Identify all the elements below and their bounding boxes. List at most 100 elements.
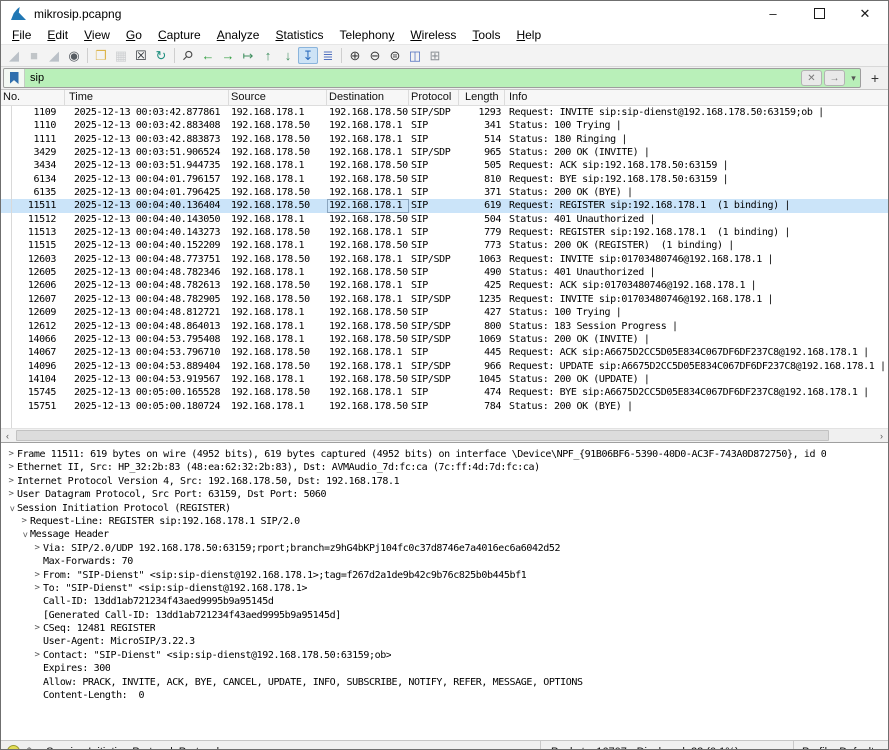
- capture-restart-icon[interactable]: ◢: [44, 47, 64, 64]
- packet-row[interactable]: 126072025-12-13 00:04:48.782905192.168.1…: [1, 293, 888, 306]
- expander-icon[interactable]: >: [31, 649, 43, 662]
- packet-row[interactable]: 11102025-12-13 00:03:42.883408192.168.17…: [1, 119, 888, 132]
- expander-icon[interactable]: >: [4, 502, 17, 514]
- menu-edit[interactable]: Edit: [39, 27, 76, 43]
- expander-icon[interactable]: >: [31, 582, 43, 595]
- detail-line[interactable]: >Via: SIP/2.0/UDP 192.168.178.50:63159;r…: [1, 542, 888, 555]
- filter-clear-button[interactable]: ✕: [801, 70, 822, 86]
- menu-tools[interactable]: Tools: [464, 27, 508, 43]
- packet-row[interactable]: 157452025-12-13 00:05:00.165528192.168.1…: [1, 386, 888, 399]
- column-header-source[interactable]: Source: [229, 90, 327, 105]
- packet-row[interactable]: 115112025-12-13 00:04:40.136404192.168.1…: [1, 199, 888, 212]
- expander-icon[interactable]: >: [5, 475, 17, 488]
- expander-icon[interactable]: >: [31, 542, 43, 555]
- filter-add-button[interactable]: +: [866, 69, 884, 87]
- scroll-left-icon[interactable]: ‹: [1, 429, 14, 442]
- capture-stop-icon[interactable]: ■: [24, 47, 44, 64]
- packet-row[interactable]: 157512025-12-13 00:05:00.180724192.168.1…: [1, 400, 888, 413]
- zoom-out-icon[interactable]: ⊖: [365, 47, 385, 64]
- packet-row[interactable]: 140672025-12-13 00:04:53.796710192.168.1…: [1, 346, 888, 359]
- menu-file[interactable]: File: [4, 27, 39, 43]
- column-header-destination[interactable]: Destination: [327, 90, 409, 105]
- packet-row[interactable]: 115132025-12-13 00:04:40.143273192.168.1…: [1, 226, 888, 239]
- menu-capture[interactable]: Capture: [150, 27, 209, 43]
- open-file-icon[interactable]: ❐: [91, 47, 111, 64]
- capture-comment-icon[interactable]: ✎: [26, 745, 36, 750]
- go-back-icon[interactable]: ←: [198, 47, 218, 64]
- save-file-icon[interactable]: ▦: [111, 47, 131, 64]
- detail-line[interactable]: >From: "SIP-Dienst" <sip:sip-dienst@192.…: [1, 569, 888, 582]
- detail-line[interactable]: >Session Initiation Protocol (REGISTER): [1, 502, 888, 515]
- find-icon[interactable]: ⚲: [178, 47, 198, 64]
- detail-line[interactable]: >Ethernet II, Src: HP_32:2b:83 (48:ea:62…: [1, 461, 888, 474]
- scrollbar-thumb[interactable]: [16, 430, 829, 441]
- detail-line[interactable]: >Request-Line: REGISTER sip:192.168.178.…: [1, 515, 888, 528]
- auto-scroll-icon[interactable]: ↧: [298, 47, 318, 64]
- menu-analyze[interactable]: Analyze: [209, 27, 268, 43]
- filter-dropdown-button[interactable]: ▾: [847, 73, 860, 84]
- menu-go[interactable]: Go: [118, 27, 150, 43]
- filter-apply-button[interactable]: →: [824, 70, 845, 86]
- detail-line[interactable]: [Generated Call-ID: 13dd1ab721234f43aed9…: [1, 609, 888, 622]
- menu-telephony[interactable]: Telephony: [332, 27, 403, 43]
- scrollbar-track[interactable]: [831, 429, 875, 442]
- menu-help[interactable]: Help: [508, 27, 549, 43]
- packet-row[interactable]: 11112025-12-13 00:03:42.883873192.168.17…: [1, 133, 888, 146]
- column-header-info[interactable]: Info: [505, 90, 888, 105]
- menu-view[interactable]: View: [76, 27, 118, 43]
- capture-start-icon[interactable]: ◢: [4, 47, 24, 64]
- scroll-right-icon[interactable]: ›: [875, 429, 888, 442]
- detail-line[interactable]: Call-ID: 13dd1ab721234f43aed9995b9a95145…: [1, 595, 888, 608]
- column-header-no[interactable]: No.: [1, 90, 65, 105]
- layout-grid-icon[interactable]: ⊞: [425, 47, 445, 64]
- detail-line[interactable]: >Frame 11511: 619 bytes on wire (4952 bi…: [1, 448, 888, 461]
- reload-icon[interactable]: ↻: [151, 47, 171, 64]
- expander-icon[interactable]: >: [5, 488, 17, 501]
- goto-packet-icon[interactable]: ↦: [238, 47, 258, 64]
- filter-bookmark-button[interactable]: [4, 69, 25, 87]
- packet-row[interactable]: 140662025-12-13 00:04:53.795408192.168.1…: [1, 333, 888, 346]
- packet-row[interactable]: 61352025-12-13 00:04:01.796425192.168.17…: [1, 186, 888, 199]
- menu-statistics[interactable]: Statistics: [267, 27, 331, 43]
- expander-icon[interactable]: >: [31, 622, 43, 635]
- packet-row[interactable]: 115122025-12-13 00:04:40.143050192.168.1…: [1, 213, 888, 226]
- zoom-in-icon[interactable]: ⊕: [345, 47, 365, 64]
- detail-line[interactable]: >Internet Protocol Version 4, Src: 192.1…: [1, 475, 888, 488]
- expander-icon[interactable]: >: [5, 461, 17, 474]
- packet-row[interactable]: 126092025-12-13 00:04:48.812721192.168.1…: [1, 306, 888, 319]
- packet-row[interactable]: 140962025-12-13 00:04:53.889404192.168.1…: [1, 360, 888, 373]
- packet-row[interactable]: 115152025-12-13 00:04:40.152209192.168.1…: [1, 239, 888, 252]
- maximize-button[interactable]: [796, 1, 842, 26]
- detail-line[interactable]: Expires: 300: [1, 662, 888, 675]
- expert-info-icon[interactable]: [7, 745, 20, 750]
- minimize-button[interactable]: –: [750, 1, 796, 26]
- detail-line[interactable]: User-Agent: MicroSIP/3.22.3: [1, 635, 888, 648]
- go-bottom-icon[interactable]: ↓: [278, 47, 298, 64]
- close-file-icon[interactable]: ☒: [131, 47, 151, 64]
- menu-wireless[interactable]: Wireless: [402, 27, 464, 43]
- capture-options-icon[interactable]: ◉: [64, 47, 84, 64]
- expander-icon[interactable]: >: [5, 448, 17, 461]
- packet-row[interactable]: 34342025-12-13 00:03:51.944735192.168.17…: [1, 159, 888, 172]
- packet-row[interactable]: 11092025-12-13 00:03:42.877861192.168.17…: [1, 106, 888, 119]
- expander-icon[interactable]: >: [17, 529, 30, 541]
- expander-icon[interactable]: >: [31, 569, 43, 582]
- resize-columns-icon[interactable]: ◫: [405, 47, 425, 64]
- close-button[interactable]: ✕: [842, 1, 888, 26]
- colorize-icon[interactable]: ≣: [318, 47, 338, 64]
- expander-icon[interactable]: >: [18, 515, 30, 528]
- packet-row[interactable]: 126032025-12-13 00:04:48.773751192.168.1…: [1, 253, 888, 266]
- detail-line[interactable]: Max-Forwards: 70: [1, 555, 888, 568]
- detail-line[interactable]: >CSeq: 12481 REGISTER: [1, 622, 888, 635]
- packet-row[interactable]: 126062025-12-13 00:04:48.782613192.168.1…: [1, 279, 888, 292]
- column-header-time[interactable]: Time: [65, 90, 229, 105]
- status-profile[interactable]: Profile: Default: [793, 741, 888, 750]
- go-forward-icon[interactable]: →: [218, 47, 238, 64]
- detail-line[interactable]: Content-Length: 0: [1, 689, 888, 702]
- go-top-icon[interactable]: ↑: [258, 47, 278, 64]
- detail-line[interactable]: >Contact: "SIP-Dienst" <sip:sip-dienst@1…: [1, 649, 888, 662]
- packet-row[interactable]: 126052025-12-13 00:04:48.782346192.168.1…: [1, 266, 888, 279]
- filter-input[interactable]: sip: [25, 72, 801, 84]
- horizontal-scrollbar[interactable]: ‹ ›: [1, 428, 888, 442]
- packet-row[interactable]: 126122025-12-13 00:04:48.864013192.168.1…: [1, 320, 888, 333]
